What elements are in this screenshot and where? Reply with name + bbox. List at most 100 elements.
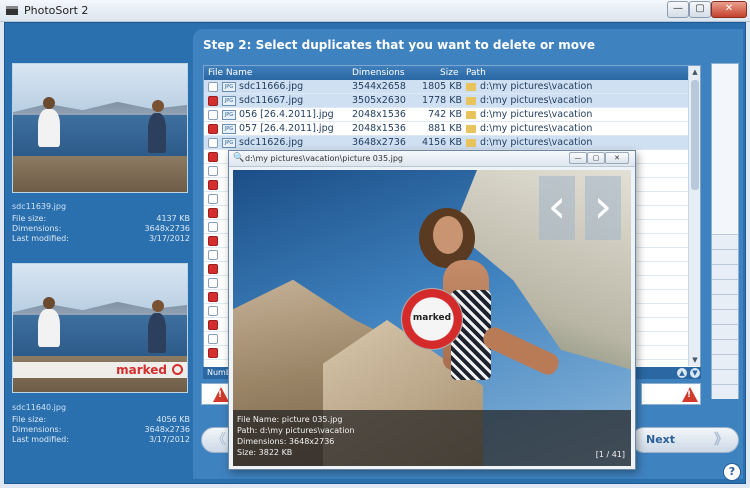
last-modified-label: Last modified: <box>12 234 69 243</box>
file-size: 1805 KB <box>422 81 462 92</box>
list-header: File Name Dimensions Size Path <box>204 66 688 80</box>
row-checkbox[interactable] <box>208 82 218 92</box>
thumb-person <box>148 312 166 353</box>
window-title: PhotoSort 2 <box>24 4 89 17</box>
thumb-person-head <box>152 99 164 112</box>
row-checkbox[interactable] <box>208 292 218 302</box>
close-button[interactable]: ✕ <box>711 1 747 18</box>
file-name: 057 [26.4.2011].jpg <box>239 123 334 134</box>
folder-icon <box>466 139 476 147</box>
jpg-file-icon: JPG <box>222 96 236 106</box>
column-header-name[interactable]: File Name <box>208 66 252 80</box>
jpg-file-icon: JPG <box>222 110 236 120</box>
progress-cell <box>712 339 738 354</box>
row-checkbox[interactable] <box>208 208 218 218</box>
row-checkbox[interactable] <box>208 124 218 134</box>
row-checkbox[interactable] <box>208 278 218 288</box>
list-scrollbar[interactable]: ▲ ▼ <box>688 66 700 366</box>
file-name: 056 [26.4.2011].jpg <box>239 109 334 120</box>
next-button[interactable]: Next 》 <box>631 427 739 453</box>
preview-filename: File Name: picture 035.jpg <box>237 415 343 424</box>
column-header-path[interactable]: Path <box>466 66 486 80</box>
scroll-down-icon[interactable]: ▼ <box>689 354 701 366</box>
file-size: 4156 KB <box>422 137 462 148</box>
row-checkbox[interactable] <box>208 264 218 274</box>
app-icon <box>6 6 18 15</box>
next-photo-icon[interactable]: › <box>585 176 621 240</box>
row-checkbox[interactable] <box>208 180 218 190</box>
row-checkbox[interactable] <box>208 320 218 330</box>
file-path: d:\my pictures\vacation <box>480 81 593 92</box>
file-row[interactable]: JPG sdc11666.jpg 3544x2658 1805 KB d:\my… <box>204 80 688 94</box>
marked-label: marked <box>116 363 167 377</box>
previous-photo-icon[interactable]: ‹ <box>539 176 575 240</box>
dimensions-value: 3648x2736 <box>144 224 190 233</box>
row-checkbox[interactable] <box>208 334 218 344</box>
preview-title: d:\my pictures\vacation\picture 035.jpg <box>245 154 403 163</box>
file-dimensions: 2048x1536 <box>352 123 406 134</box>
help-icon[interactable]: ? <box>723 463 741 481</box>
row-checkbox[interactable] <box>208 348 218 358</box>
folder-icon <box>466 111 476 119</box>
preview-close-button[interactable]: ✕ <box>605 152 629 164</box>
previous-group-icon[interactable]: ▲ <box>677 368 687 378</box>
column-header-dimensions[interactable]: Dimensions <box>352 66 405 80</box>
row-checkbox[interactable] <box>208 166 218 176</box>
next-group-icon[interactable]: ▼ <box>690 368 700 378</box>
progress-cell <box>712 384 738 399</box>
scroll-up-icon[interactable]: ▲ <box>689 66 701 78</box>
marked-toggle[interactable]: marked <box>401 288 463 350</box>
file-size: 881 KB <box>428 123 462 134</box>
row-checkbox[interactable] <box>208 306 218 316</box>
row-checkbox[interactable] <box>208 152 218 162</box>
jpg-file-icon: JPG <box>222 124 236 134</box>
thumb-person <box>38 108 60 147</box>
row-checkbox[interactable] <box>208 194 218 204</box>
photo-filename: sdc11640.jpg <box>12 403 67 412</box>
duplicate-photo-thumbnail[interactable]: marked <box>12 263 188 393</box>
file-path: d:\my pictures\vacation <box>480 109 593 120</box>
progress-cell <box>712 234 738 249</box>
file-path: d:\my pictures\vacation <box>480 123 593 134</box>
next-arrow-icon: 》 <box>714 432 728 448</box>
last-modified-label: Last modified: <box>12 435 69 444</box>
warning-icon: ! <box>682 387 698 402</box>
progress-cell <box>712 279 738 294</box>
preview-dimensions: Dimensions: 3648x2736 <box>237 437 335 446</box>
jpg-file-icon: JPG <box>222 82 236 92</box>
photo-counter: [1 / 41] <box>595 450 625 459</box>
file-row[interactable]: JPG sdc11667.jpg 3505x2630 1778 KB d:\my… <box>204 94 688 108</box>
row-checkbox[interactable] <box>208 96 218 106</box>
original-photo-thumbnail[interactable] <box>12 63 188 193</box>
file-path: d:\my pictures\vacation <box>480 137 593 148</box>
photo-person-face <box>433 216 463 254</box>
file-row[interactable]: JPG 057 [26.4.2011].jpg 2048x1536 881 KB… <box>204 122 688 136</box>
dimensions-label: Dimensions: <box>12 224 62 233</box>
preview-path: Path: d:\my pictures\vacation <box>237 426 355 435</box>
progress-cell <box>712 324 738 339</box>
file-row[interactable]: JPG 056 [26.4.2011].jpg 2048x1536 742 KB… <box>204 108 688 122</box>
row-checkbox[interactable] <box>208 250 218 260</box>
dimensions-value: 3648x2736 <box>144 425 190 434</box>
dimensions-label: Dimensions: <box>12 425 62 434</box>
file-dimensions: 3544x2658 <box>352 81 406 92</box>
row-checkbox[interactable] <box>208 138 218 148</box>
photo-info-1: sdc11639.jpg File size: 4137 KB Dimension… <box>12 202 190 244</box>
column-header-size[interactable]: Size <box>440 66 458 80</box>
file-row[interactable]: JPG sdc11626.jpg 3648x2736 4156 KB d:\my… <box>204 136 688 150</box>
progress-cell <box>712 249 738 264</box>
row-checkbox[interactable] <box>208 110 218 120</box>
file-size-value: 4056 KB <box>156 415 190 424</box>
maximize-button[interactable]: ▢ <box>689 1 711 18</box>
preview-photo[interactable]: marked ‹ › File Name: picture 035.jpg Pa… <box>233 170 631 466</box>
minimize-button[interactable]: — <box>667 1 689 18</box>
scrollbar-thumb[interactable] <box>691 80 699 190</box>
preview-minimize-button[interactable]: — <box>569 152 587 164</box>
row-checkbox[interactable] <box>208 222 218 232</box>
row-checkbox[interactable] <box>208 236 218 246</box>
file-size-label: File size: <box>12 214 47 223</box>
file-name: sdc11626.jpg <box>239 137 304 148</box>
preview-maximize-button[interactable]: ▢ <box>587 152 605 164</box>
window-titlebar: PhotoSort 2 — ▢ ✕ <box>0 0 750 22</box>
progress-cell <box>712 294 738 309</box>
